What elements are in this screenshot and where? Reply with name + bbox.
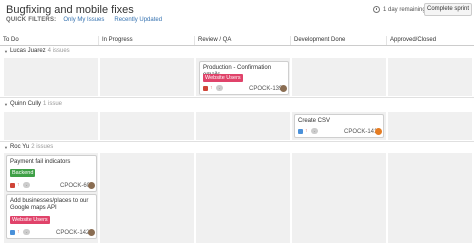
card-summary-line-2: Google maps API — [10, 205, 57, 211]
issue-card-cpock-141[interactable]: Create CSV ↑ - CPOCK-141 — [294, 114, 384, 138]
card-key[interactable]: CPOCK-139 — [249, 86, 282, 92]
card-footer: ↑ - — [298, 128, 318, 134]
avatar-icon — [280, 85, 287, 92]
collapse-triangle-icon[interactable]: ▼ — [4, 145, 8, 150]
swimlane-name: Lucas Juarez — [9, 48, 46, 54]
priority-icon: ↑ — [305, 128, 308, 134]
card-summary: Payment fail indicators — [10, 159, 71, 165]
board-header: Bugfixing and mobile fixes QUICK FILTERS… — [0, 0, 474, 36]
swimlane-header-lucas-juarez[interactable]: ▼ Lucas Juarez 4 issues — [4, 48, 70, 54]
complete-sprint-button[interactable]: Complete sprint — [424, 3, 472, 16]
card-label: Backend — [10, 169, 36, 177]
card-label: Website Users — [10, 216, 50, 224]
card-footer: ↑ - — [10, 182, 30, 188]
issue-card-cpock-139[interactable]: Production - Confirmation emails Website… — [199, 61, 289, 95]
clock-icon — [373, 6, 380, 13]
priority-icon: ↑ — [17, 229, 20, 235]
card-footer: ↑ - — [10, 229, 30, 235]
swimlane-name: Roc Yu — [9, 144, 30, 150]
quick-filters: QUICK FILTERS: Only My Issues Recently U… — [6, 17, 172, 23]
cell-quinn-review — [196, 112, 290, 140]
swimlane-issue-count: 1 issue — [42, 101, 62, 107]
card-key[interactable]: CPOCK-60 — [60, 183, 90, 189]
estimate-badge-icon: - — [216, 85, 223, 91]
swimlane-divider — [0, 97, 474, 98]
swimlane-name: Quinn Cully — [9, 101, 41, 107]
card-footer: ↑ - — [203, 85, 223, 91]
swimlane-header-quinn-cully[interactable]: ▼ Quinn Cully 1 issue — [4, 101, 62, 107]
card-summary-line-1: Add businesses/places to our — [10, 198, 89, 204]
estimate-badge-icon: - — [23, 229, 30, 235]
cell-roc-approved — [388, 153, 472, 243]
task-type-icon — [298, 128, 303, 134]
filter-recently-updated[interactable]: Recently Updated — [114, 17, 162, 23]
card-summary: Create CSV — [298, 118, 331, 124]
days-remaining-text: 1 day remaining — [383, 6, 426, 13]
cell-quinn-approved — [388, 112, 472, 140]
cell-lucas-devdone — [292, 58, 386, 96]
collapse-triangle-icon[interactable]: ▼ — [4, 102, 8, 107]
filter-only-my-issues[interactable]: Only My Issues — [63, 17, 104, 23]
column-header-review-qa: Review / QA — [194, 36, 290, 45]
issue-card-cpock-142[interactable]: Add businesses/places to our Google maps… — [6, 194, 97, 239]
cell-lucas-inprogress — [100, 58, 194, 96]
column-header-in-progress: In Progress — [98, 36, 194, 45]
avatar-icon — [88, 229, 95, 236]
days-remaining: 1 day remaining — [373, 6, 426, 13]
task-type-icon — [10, 229, 15, 235]
collapse-triangle-icon[interactable]: ▼ — [4, 49, 8, 54]
quick-filters-label: QUICK FILTERS: — [6, 17, 57, 23]
swimlane-issue-count: 4 issues — [47, 48, 70, 54]
cell-quinn-inprogress — [100, 112, 194, 140]
card-key[interactable]: CPOCK-142 — [56, 230, 89, 236]
priority-icon: ↑ — [210, 85, 213, 91]
swimlane-divider — [0, 141, 474, 142]
estimate-badge-icon: - — [23, 182, 30, 188]
column-header-development-done: Development Done — [290, 36, 386, 45]
board-title: Bugfixing and mobile fixes — [6, 4, 134, 16]
cell-roc-review — [196, 153, 290, 243]
bug-type-icon — [10, 182, 15, 188]
swimlane-header-roc-yu[interactable]: ▼ Roc Yu 2 issues — [4, 144, 53, 150]
estimate-badge-icon: - — [311, 128, 318, 134]
cell-roc-inprogress — [100, 153, 194, 243]
card-summary: Add businesses/places to our Google maps… — [10, 198, 88, 212]
header-divider — [0, 45, 474, 46]
cell-lucas-todo — [4, 58, 98, 96]
card-key[interactable]: CPOCK-141 — [344, 129, 377, 135]
cell-roc-devdone — [292, 153, 386, 243]
avatar-icon — [375, 128, 382, 135]
bug-type-icon — [203, 85, 208, 91]
column-header-to-do: To Do — [3, 37, 19, 43]
priority-icon: ↑ — [17, 182, 20, 188]
issue-card-cpock-60[interactable]: Payment fail indicators Backend ↑ - CPOC… — [6, 155, 97, 192]
column-header-approved-closed: Approved/Closed — [386, 36, 474, 45]
cell-quinn-todo — [4, 112, 98, 140]
column-headers: To Do In Progress Review / QA Developmen… — [0, 36, 474, 45]
card-label: Website Users — [203, 74, 243, 82]
swimlane-issue-count: 2 issues — [31, 144, 54, 150]
avatar-icon — [88, 182, 95, 189]
cell-lucas-approved — [388, 58, 472, 96]
